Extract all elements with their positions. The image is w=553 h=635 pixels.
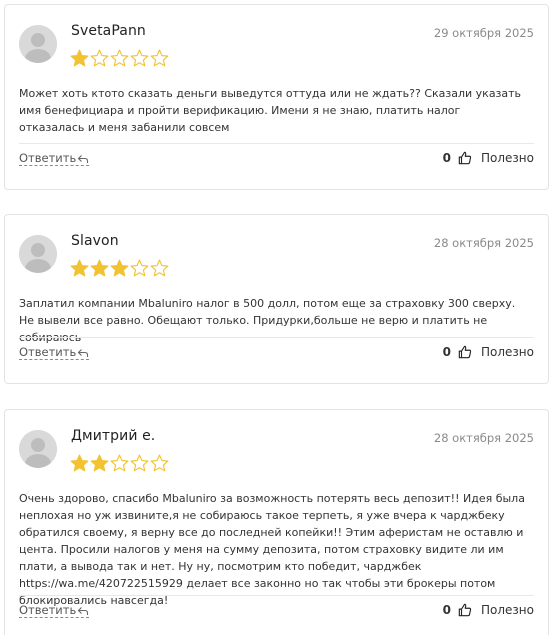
review-author: SvetaPann <box>71 23 146 39</box>
star-empty-icon <box>130 454 149 472</box>
star-filled-icon <box>70 49 89 67</box>
likes-count: 0 <box>442 345 451 359</box>
star-empty-icon <box>150 454 169 472</box>
review-text: Очень здорово, спасибо Mbaluniro за возм… <box>19 490 530 609</box>
reply-arrow-icon <box>77 348 89 357</box>
useful-block: 0 Полезно <box>443 345 534 359</box>
divider <box>19 143 534 144</box>
star-empty-icon <box>90 49 109 67</box>
reply-label: Ответить <box>19 345 77 359</box>
avatar <box>19 430 57 468</box>
star-empty-icon <box>110 49 129 67</box>
review-author: Slavon <box>71 233 119 249</box>
thumbs-up-icon[interactable] <box>458 151 472 165</box>
reply-label: Ответить <box>19 151 77 165</box>
user-placeholder-icon <box>19 25 57 63</box>
star-empty-icon <box>130 259 149 277</box>
divider <box>19 337 534 338</box>
useful-button[interactable]: Полезно <box>481 151 534 165</box>
user-placeholder-icon <box>19 430 57 468</box>
star-rating <box>70 49 169 68</box>
likes-count: 0 <box>442 603 451 617</box>
user-placeholder-icon <box>19 235 57 273</box>
star-filled-icon <box>110 259 129 277</box>
star-filled-icon <box>70 454 89 472</box>
review-date: 29 октября 2025 <box>433 26 534 40</box>
review-card: Дмитрий е. 28 октября 2025 Очень здорово… <box>4 409 549 635</box>
review-author: Дмитрий е. <box>71 428 156 444</box>
star-filled-icon <box>70 259 89 277</box>
review-text-part: Очень здорово, спасибо Mbaluniro за возм… <box>19 492 525 573</box>
useful-block: 0 Полезно <box>443 603 534 617</box>
review-card: SvetaPann 29 октября 2025 Может хоть кто… <box>4 4 549 190</box>
thumbs-up-icon[interactable] <box>458 345 472 359</box>
review-text: Заплатил компании Mbaluniro налог в 500 … <box>19 297 516 344</box>
divider <box>19 595 534 596</box>
star-empty-icon <box>130 49 149 67</box>
reply-button[interactable]: Ответить <box>19 345 90 360</box>
star-empty-icon <box>150 49 169 67</box>
reply-label: Ответить <box>19 603 77 617</box>
star-filled-icon <box>90 454 109 472</box>
star-empty-icon <box>110 454 129 472</box>
review-card: Slavon 28 октября 2025 Заплатил компании… <box>4 214 549 384</box>
star-rating <box>70 259 169 278</box>
avatar <box>19 235 57 273</box>
star-filled-icon <box>90 259 109 277</box>
useful-button[interactable]: Полезно <box>481 603 534 617</box>
star-rating <box>70 454 169 473</box>
likes-count: 0 <box>442 151 451 165</box>
avatar <box>19 25 57 63</box>
useful-button[interactable]: Полезно <box>481 345 534 359</box>
review-text: Может хоть ктото сказать деньги выведутс… <box>19 87 522 134</box>
review-date: 28 октября 2025 <box>433 431 534 445</box>
reply-arrow-icon <box>77 154 89 163</box>
whatsapp-link[interactable]: https://wa.me/420722515929 <box>19 577 183 590</box>
useful-block: 0 Полезно <box>443 151 534 165</box>
star-empty-icon <box>150 259 169 277</box>
reply-button[interactable]: Ответить <box>19 603 90 618</box>
review-date: 28 октября 2025 <box>433 236 534 250</box>
thumbs-up-icon[interactable] <box>458 603 472 617</box>
reply-button[interactable]: Ответить <box>19 151 90 166</box>
reply-arrow-icon <box>77 606 89 615</box>
